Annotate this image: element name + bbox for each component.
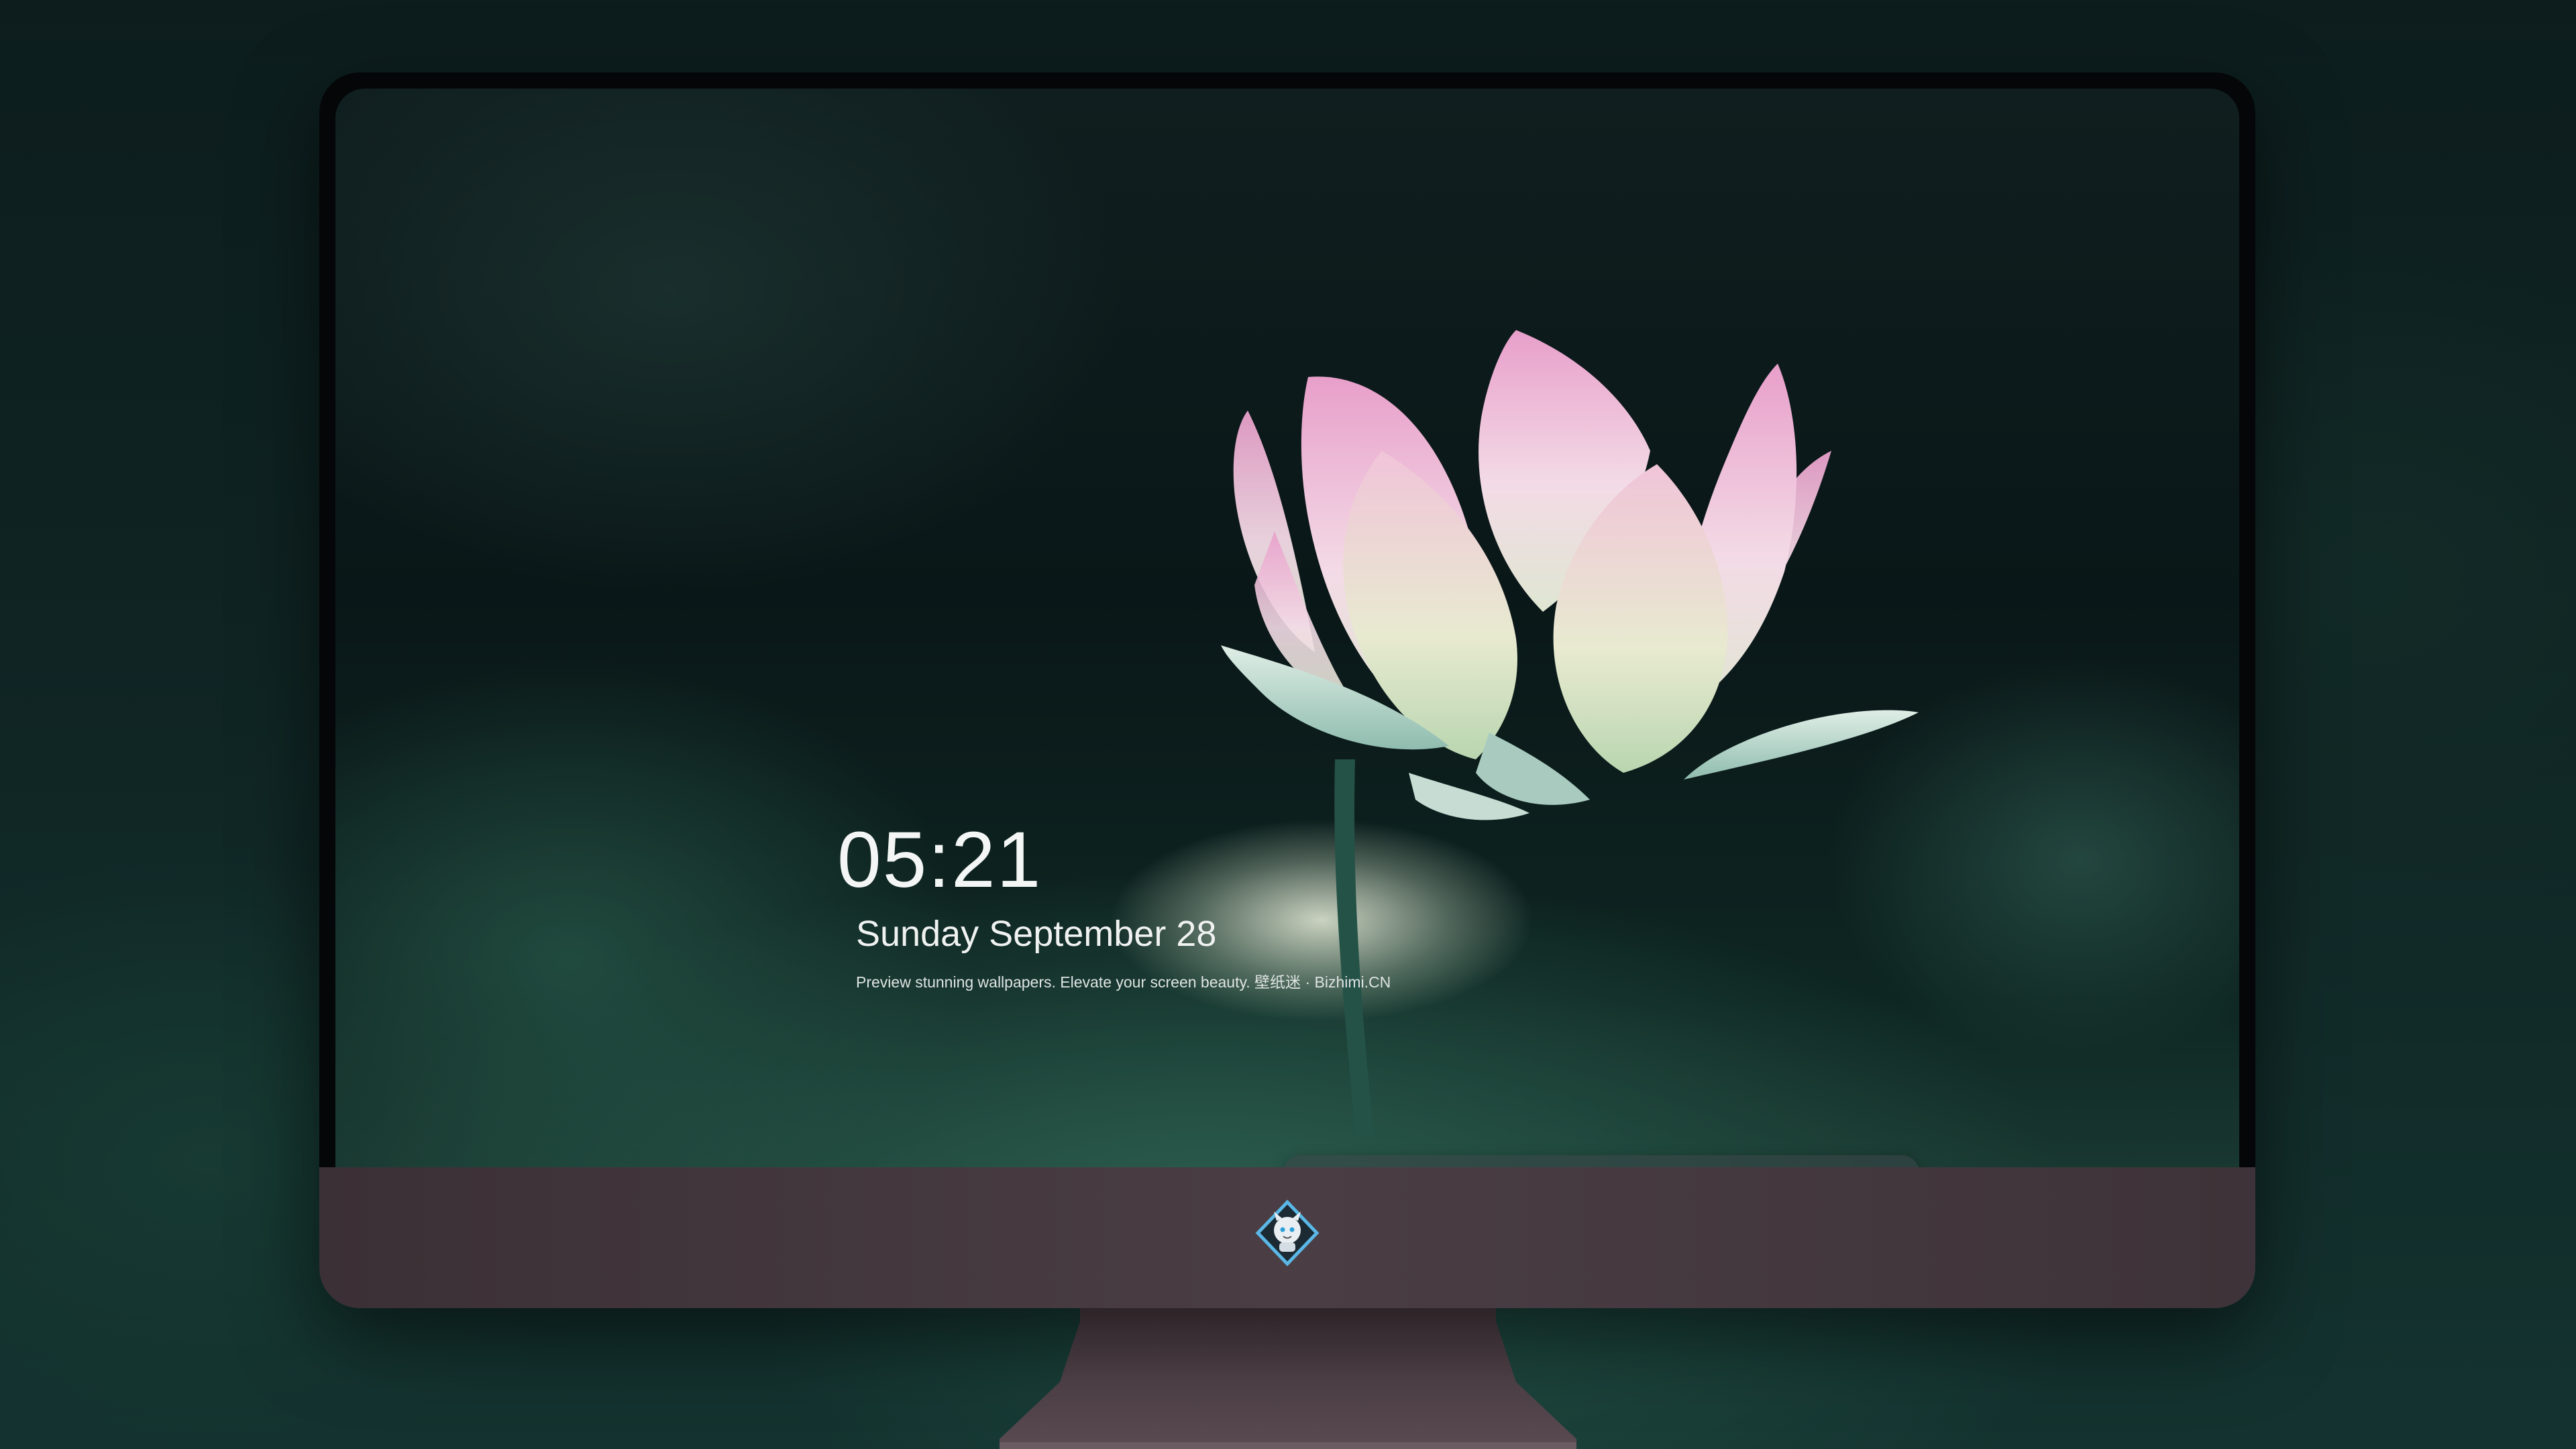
lock-screen: 05:21 Sunday September 28 Preview stunni… <box>335 89 2239 1226</box>
lock-screen-tagline: Preview stunning wallpapers. Elevate you… <box>856 973 1391 991</box>
monitor-stand <box>1000 1308 1576 1449</box>
lock-screen-clock: 05:21 <box>837 816 1042 904</box>
lotus-wallpaper-image <box>1221 330 1919 1135</box>
imac-monitor: 05:21 Sunday September 28 Preview stunni… <box>319 72 2255 1308</box>
lock-screen-date: Sunday September 28 <box>856 914 1217 954</box>
mascot-logo-icon <box>1255 1199 1320 1267</box>
